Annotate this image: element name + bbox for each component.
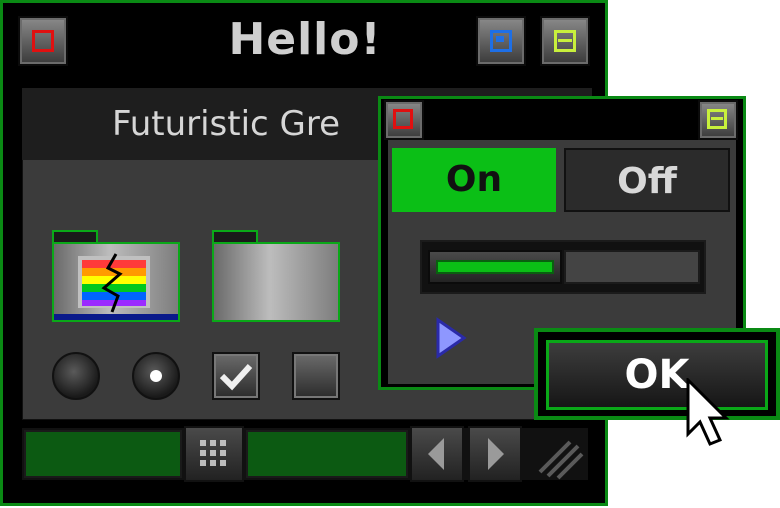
toggle-on-button[interactable]: On (392, 148, 556, 212)
popup-minimize-button[interactable] (698, 100, 738, 140)
slider-remaining (564, 250, 700, 284)
toggle-off-button[interactable]: Off (564, 148, 730, 212)
radio-button-selected[interactable] (132, 352, 180, 400)
panel-title: Futuristic Gre (112, 104, 341, 144)
folder-rainbow[interactable] (52, 230, 180, 322)
grip-dots-icon (200, 440, 226, 466)
minimize-button[interactable] (540, 16, 590, 66)
radio-button-unselected[interactable] (52, 352, 100, 400)
slider-fill-indicator (436, 260, 554, 274)
window-title: Hello! (228, 14, 382, 65)
status-field-left (24, 430, 182, 478)
mouse-cursor (686, 376, 736, 448)
save-icon (490, 30, 512, 52)
scroll-right-icon (488, 438, 504, 470)
close-icon (393, 109, 413, 129)
close-button[interactable] (18, 16, 68, 66)
folder-plain[interactable] (212, 230, 340, 322)
checkbox-checked[interactable] (212, 352, 260, 400)
minimize-icon (707, 109, 727, 129)
minimize-icon (554, 30, 576, 52)
status-field-right (246, 430, 408, 478)
folder-icon (212, 242, 340, 322)
scroll-left-icon (428, 438, 444, 470)
mouse-cursor-icon (686, 376, 730, 446)
popup-close-button[interactable] (384, 100, 424, 140)
resize-grip-icon (538, 440, 584, 480)
scroll-left-button[interactable] (410, 426, 464, 482)
play-icon (436, 317, 467, 359)
scroll-right-button[interactable] (468, 426, 522, 482)
grip-button[interactable] (184, 426, 244, 482)
save-button[interactable] (476, 16, 526, 66)
checkbox-unchecked[interactable] (292, 352, 340, 400)
play-button[interactable] (434, 316, 468, 360)
close-icon (32, 30, 54, 52)
folder-rainbow-icon (52, 242, 180, 322)
resize-grip[interactable] (530, 426, 584, 482)
